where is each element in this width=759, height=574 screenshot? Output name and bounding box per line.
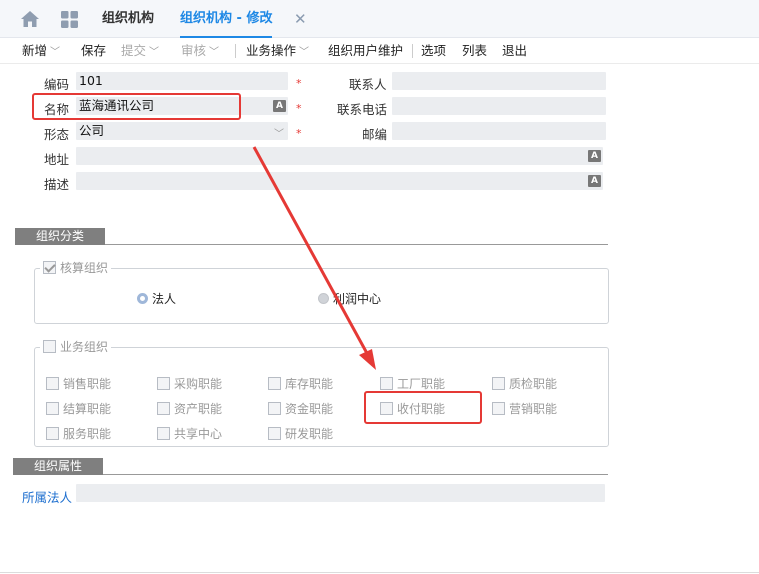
- page: 组织机构 组织机构 - 修改 ✕ 新增 ﹀ 保存 提交 ﹀ 审核 ﹀ 业务操作 ﹀ 组织…: [0, 0, 759, 574]
- bottom-border: [0, 572, 759, 573]
- annotation-arrow: [252, 146, 376, 370]
